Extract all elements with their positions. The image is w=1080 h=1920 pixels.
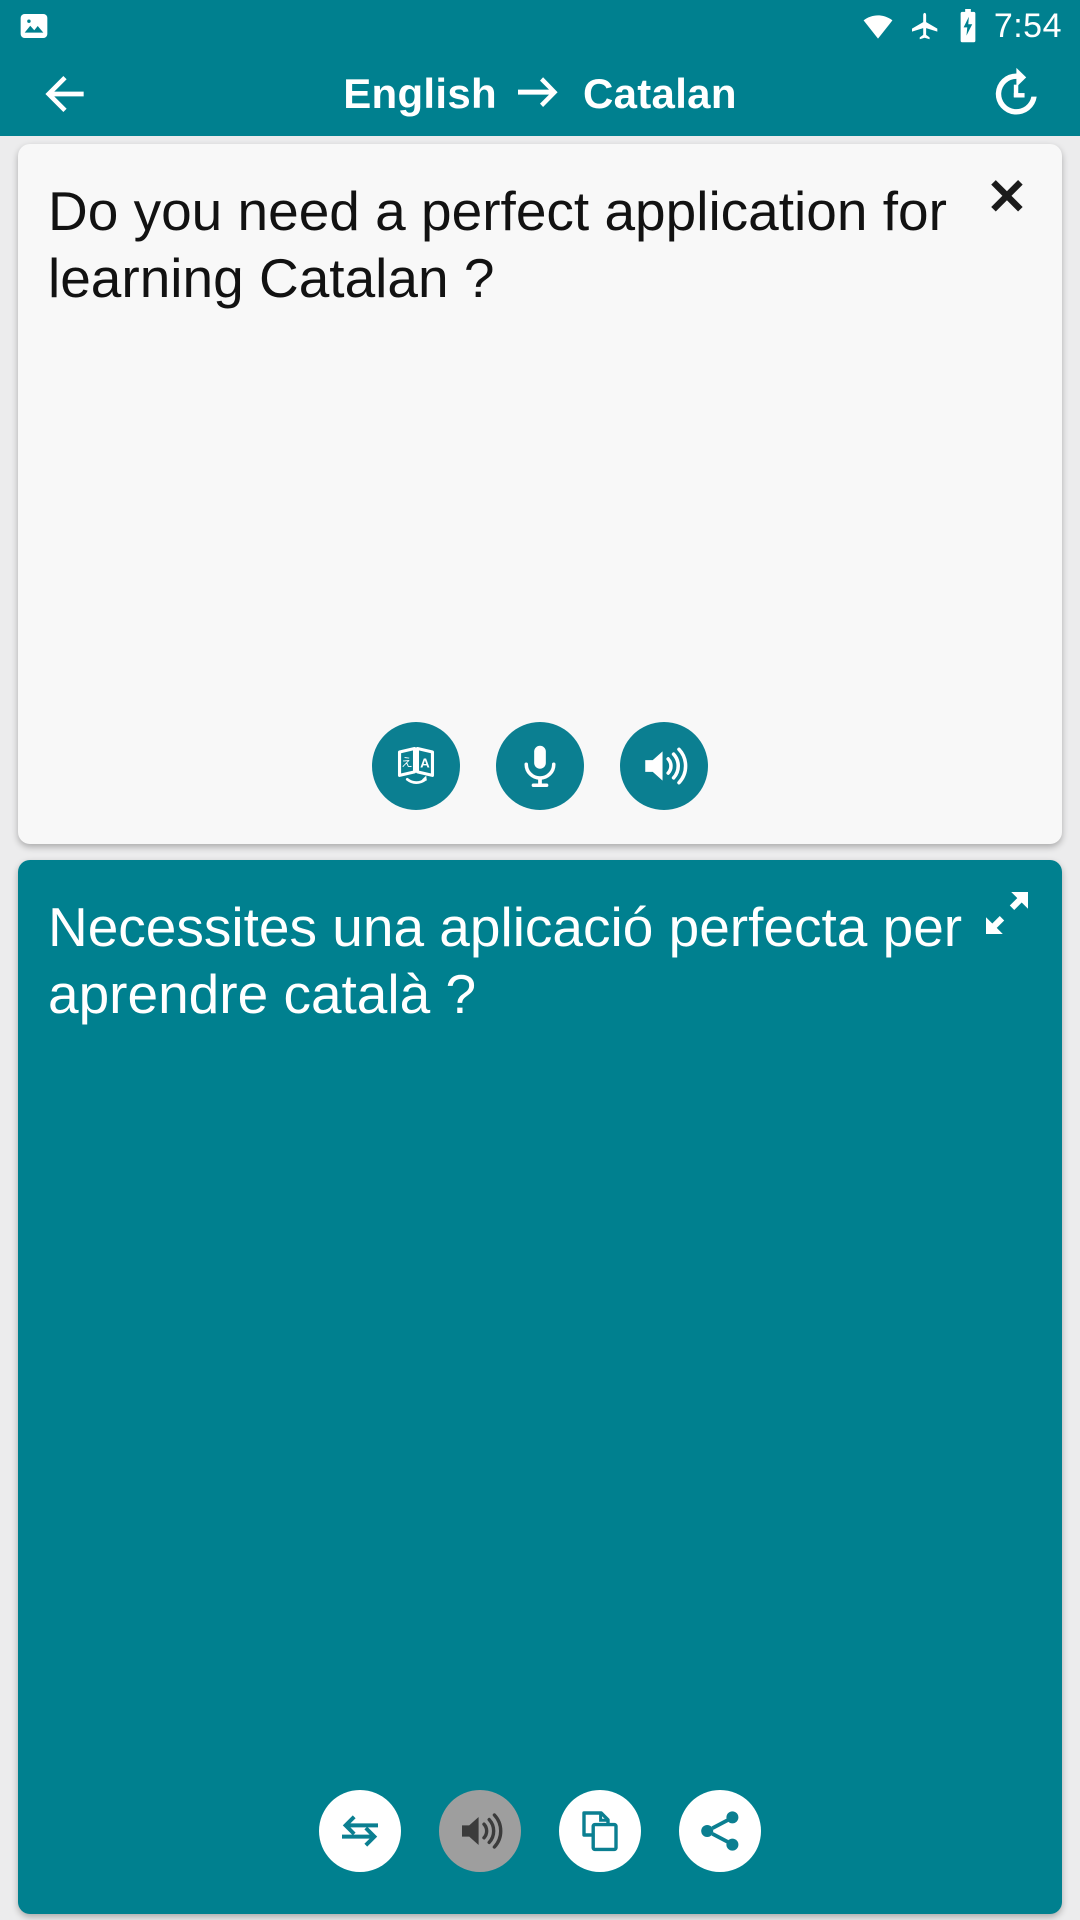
- battery-charging-icon: [956, 9, 980, 43]
- status-bar-system-icons: 7:54: [860, 9, 1062, 43]
- back-arrow-icon: [37, 66, 93, 122]
- app-screen: 7:54 English Catalan ✕ Do you need a per…: [0, 0, 1080, 1920]
- source-text-card: ✕ Do you need a perfect application for …: [18, 144, 1062, 844]
- app-bar: English Catalan: [0, 52, 1080, 136]
- swap-arrows-icon: [336, 1807, 384, 1855]
- arrow-right-icon: [513, 72, 567, 116]
- source-action-bar: え A: [48, 722, 1032, 816]
- translation-action-bar: [48, 1790, 1032, 1886]
- svg-text:A: A: [420, 755, 430, 770]
- speaker-icon: [639, 741, 689, 791]
- copy-button[interactable]: [559, 1790, 641, 1872]
- swap-languages-button[interactable]: [319, 1790, 401, 1872]
- source-language-label: English: [343, 70, 497, 117]
- status-bar-clock: 7:54: [993, 7, 1062, 45]
- translated-text[interactable]: Necessites una aplicació perfecta per ap…: [48, 894, 1032, 1028]
- wifi-icon: [860, 10, 896, 42]
- back-button[interactable]: [28, 57, 102, 131]
- microphone-button[interactable]: [496, 722, 584, 810]
- source-text[interactable]: Do you need a perfect application for le…: [48, 178, 1032, 312]
- history-icon: [987, 66, 1043, 122]
- language-pair-title: English Catalan: [0, 70, 1080, 118]
- speak-translation-button[interactable]: [439, 1790, 521, 1872]
- clear-text-button[interactable]: ✕: [976, 166, 1038, 228]
- share-icon: [696, 1807, 744, 1855]
- copy-icon: [576, 1807, 624, 1855]
- translation-content: ✕ Do you need a perfect application for …: [0, 136, 1080, 1920]
- expand-icon: [979, 885, 1035, 941]
- speaker-icon: [456, 1807, 504, 1855]
- status-bar: 7:54: [0, 0, 1080, 52]
- translate-icon: え A: [391, 741, 441, 791]
- history-button[interactable]: [978, 57, 1052, 131]
- translation-card: Necessites una aplicació perfecta per ap…: [18, 860, 1062, 1914]
- target-language-label: Catalan: [582, 70, 737, 117]
- status-bar-notifications: [18, 10, 50, 42]
- microphone-icon: [515, 741, 565, 791]
- close-icon: ✕: [986, 169, 1028, 225]
- translate-button[interactable]: え A: [372, 722, 460, 810]
- share-button[interactable]: [679, 1790, 761, 1872]
- image-icon: [18, 10, 50, 42]
- airplane-mode-icon: [910, 10, 942, 42]
- speak-source-button[interactable]: [620, 722, 708, 810]
- expand-translation-button[interactable]: [976, 882, 1038, 944]
- svg-text:え: え: [401, 756, 413, 770]
